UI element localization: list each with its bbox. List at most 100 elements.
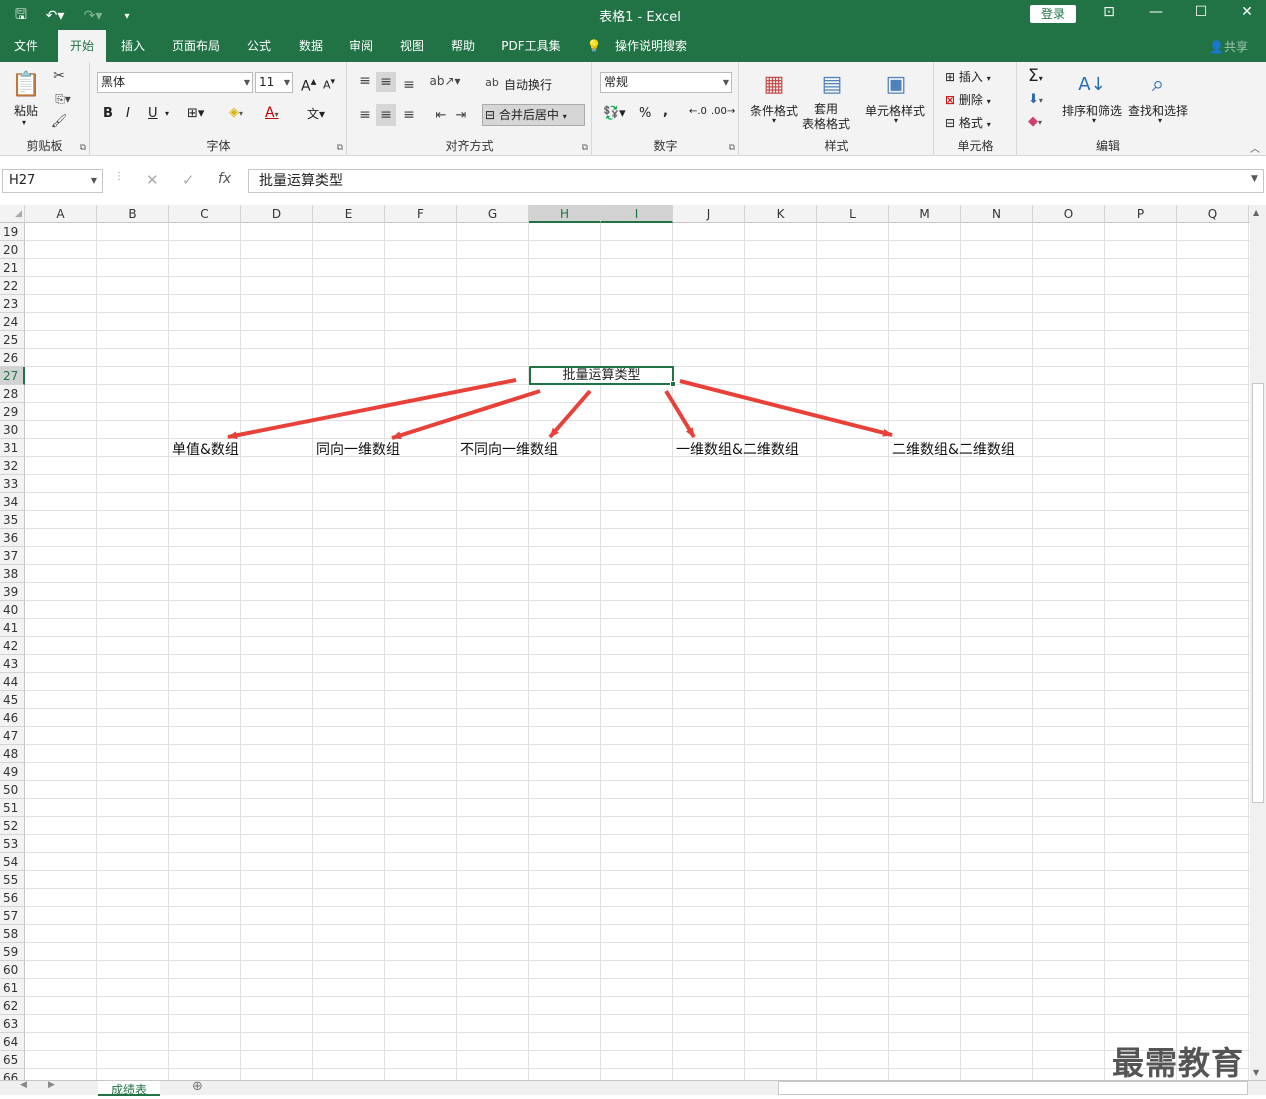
italic-button[interactable]: I bbox=[126, 106, 130, 121]
cell-e31[interactable]: 同向一维数组 bbox=[316, 439, 400, 459]
tab-pdf-tools[interactable]: PDF工具集 bbox=[494, 30, 568, 62]
font-color-icon[interactable]: A▾ bbox=[265, 105, 279, 121]
column-header-K[interactable]: K bbox=[745, 205, 817, 223]
column-header-P[interactable]: P bbox=[1105, 205, 1177, 223]
row-header-38[interactable]: 38 bbox=[0, 565, 25, 583]
column-header-L[interactable]: L bbox=[817, 205, 889, 223]
row-header-51[interactable]: 51 bbox=[0, 799, 25, 817]
column-header-C[interactable]: C bbox=[169, 205, 241, 223]
row-header-22[interactable]: 22 bbox=[0, 277, 25, 295]
maximize-button[interactable]: ☐ bbox=[1186, 4, 1216, 20]
increase-indent-icon[interactable]: ⇥ bbox=[452, 106, 470, 124]
sort-filter-icon[interactable]: A↓ bbox=[1076, 68, 1108, 100]
redo-icon[interactable]: ↷▾ bbox=[78, 8, 108, 24]
orientation-icon[interactable]: ab↗▾ bbox=[429, 72, 460, 90]
format-as-table-button[interactable]: 套用 表格格式 bbox=[802, 102, 850, 132]
cell-m31[interactable]: 二维数组&二维数组 bbox=[892, 439, 1015, 459]
row-header-50[interactable]: 50 bbox=[0, 781, 25, 799]
row-header-32[interactable]: 32 bbox=[0, 457, 25, 475]
tab-file[interactable]: 文件 bbox=[4, 30, 48, 62]
wrap-text-button[interactable]: 自动换行 bbox=[504, 76, 552, 93]
row-header-31[interactable]: 31 bbox=[0, 439, 25, 457]
cancel-icon[interactable]: ✕ bbox=[146, 171, 159, 189]
customize-qat-icon[interactable]: ▾ bbox=[116, 11, 138, 22]
row-header-35[interactable]: 35 bbox=[0, 511, 25, 529]
undo-icon[interactable]: ↶▾ bbox=[40, 8, 70, 24]
row-header-63[interactable]: 63 bbox=[0, 1015, 25, 1033]
bold-button[interactable]: B bbox=[103, 106, 113, 121]
selected-cell-h27[interactable]: 批量运算类型 bbox=[529, 366, 676, 387]
shrink-font-button[interactable]: A▾ bbox=[323, 76, 335, 92]
fill-icon[interactable]: ⬇▾ bbox=[1028, 92, 1043, 107]
save-icon[interactable]: 🖫 bbox=[10, 4, 32, 28]
underline-button[interactable]: U bbox=[148, 106, 158, 121]
align-top-icon[interactable]: ≡ bbox=[356, 72, 374, 90]
tab-home[interactable]: 开始 bbox=[58, 30, 106, 62]
insert-cells-button[interactable]: ⊞ 插入 ▾ bbox=[945, 68, 991, 85]
tab-page-layout[interactable]: 页面布局 bbox=[164, 30, 228, 62]
row-header-20[interactable]: 20 bbox=[0, 241, 25, 259]
tell-me-search[interactable]: 操作说明搜索 bbox=[608, 30, 694, 62]
align-right-icon[interactable]: ≡ bbox=[400, 106, 418, 124]
fill-handle[interactable] bbox=[670, 381, 676, 387]
alignment-launcher-icon[interactable]: ⧉ bbox=[582, 143, 588, 153]
find-select-icon[interactable]: ⌕ bbox=[1142, 68, 1174, 100]
scroll-down-icon[interactable]: ▼ bbox=[1253, 1068, 1259, 1077]
column-header-A[interactable]: A bbox=[25, 205, 97, 223]
close-button[interactable]: ✕ bbox=[1232, 4, 1262, 20]
format-as-table-icon[interactable]: ▤ bbox=[816, 68, 848, 100]
number-format-combo[interactable]: 常规 ▼ bbox=[600, 72, 732, 93]
format-cells-button[interactable]: ⊟ 格式 ▾ bbox=[945, 114, 991, 131]
delete-cells-button[interactable]: ⊠ 删除 ▾ bbox=[945, 91, 991, 108]
login-button[interactable]: 登录 bbox=[1030, 5, 1076, 23]
column-header-O[interactable]: O bbox=[1033, 205, 1105, 223]
row-header-29[interactable]: 29 bbox=[0, 403, 25, 421]
number-launcher-icon[interactable]: ⧉ bbox=[729, 143, 735, 153]
underline-dropdown-icon[interactable]: ▾ bbox=[165, 109, 169, 118]
format-painter-icon[interactable]: 🖌 bbox=[50, 112, 68, 130]
percent-button[interactable]: % bbox=[639, 106, 651, 121]
font-name-combo[interactable]: 黑体 ▼ bbox=[97, 72, 253, 93]
row-header-34[interactable]: 34 bbox=[0, 493, 25, 511]
column-header-E[interactable]: E bbox=[313, 205, 385, 223]
merge-center-button[interactable]: ⊟ 合并后居中 ▾ bbox=[482, 104, 585, 126]
tab-data[interactable]: 数据 bbox=[290, 30, 332, 62]
tab-view[interactable]: 视图 bbox=[391, 30, 433, 62]
column-header-H[interactable]: H bbox=[529, 205, 601, 223]
column-header-N[interactable]: N bbox=[961, 205, 1033, 223]
row-header-21[interactable]: 21 bbox=[0, 259, 25, 277]
decrease-decimal-icon[interactable]: .00→ bbox=[711, 106, 735, 117]
column-header-D[interactable]: D bbox=[241, 205, 313, 223]
currency-icon[interactable]: 💱▾ bbox=[603, 106, 626, 121]
share-button[interactable]: 👤共享 bbox=[1209, 38, 1248, 55]
wrap-text-icon[interactable]: ab bbox=[484, 74, 500, 90]
scroll-up-icon[interactable]: ▲ bbox=[1253, 208, 1259, 217]
column-header-M[interactable]: M bbox=[889, 205, 961, 223]
fill-color-icon[interactable]: ◈▾ bbox=[229, 105, 243, 120]
increase-decimal-icon[interactable]: ←.0 bbox=[689, 106, 707, 117]
scroll-thumb[interactable] bbox=[1252, 383, 1264, 803]
column-header-Q[interactable]: Q bbox=[1177, 205, 1249, 223]
font-launcher-icon[interactable]: ⧉ bbox=[337, 143, 343, 153]
row-header-30[interactable]: 30 bbox=[0, 421, 25, 439]
vertical-scrollbar[interactable]: ▲ ▼ bbox=[1250, 205, 1266, 1080]
expand-formula-bar-icon[interactable]: ▼ bbox=[1251, 174, 1258, 184]
row-header-52[interactable]: 52 bbox=[0, 817, 25, 835]
phonetic-icon[interactable]: 文▾ bbox=[307, 105, 325, 122]
row-header-39[interactable]: 39 bbox=[0, 583, 25, 601]
column-header-J[interactable]: J bbox=[673, 205, 745, 223]
align-middle-icon[interactable]: ≡ bbox=[376, 72, 396, 92]
merge-dropdown-icon[interactable]: ▾ bbox=[563, 112, 567, 121]
row-header-46[interactable]: 46 bbox=[0, 709, 25, 727]
row-header-64[interactable]: 64 bbox=[0, 1033, 25, 1051]
worksheet-grid[interactable]: ◢ ABCDEFGHIJKLMNOPQ 19 20 21 22 23 24 25 26 27 28… bbox=[0, 205, 1250, 1080]
add-sheet-icon[interactable]: ⊕ bbox=[192, 1079, 203, 1094]
cell-g31[interactable]: 不同向一维数组 bbox=[460, 439, 558, 459]
tab-review[interactable]: 审阅 bbox=[340, 30, 382, 62]
row-header-23[interactable]: 23 bbox=[0, 295, 25, 313]
row-header-26[interactable]: 26 bbox=[0, 349, 25, 367]
cell-c31[interactable]: 单值&数组 bbox=[172, 439, 239, 459]
tab-insert[interactable]: 插入 bbox=[112, 30, 154, 62]
align-center-icon[interactable]: ≡ bbox=[376, 104, 396, 126]
clear-icon[interactable]: ◆▾ bbox=[1028, 114, 1042, 129]
